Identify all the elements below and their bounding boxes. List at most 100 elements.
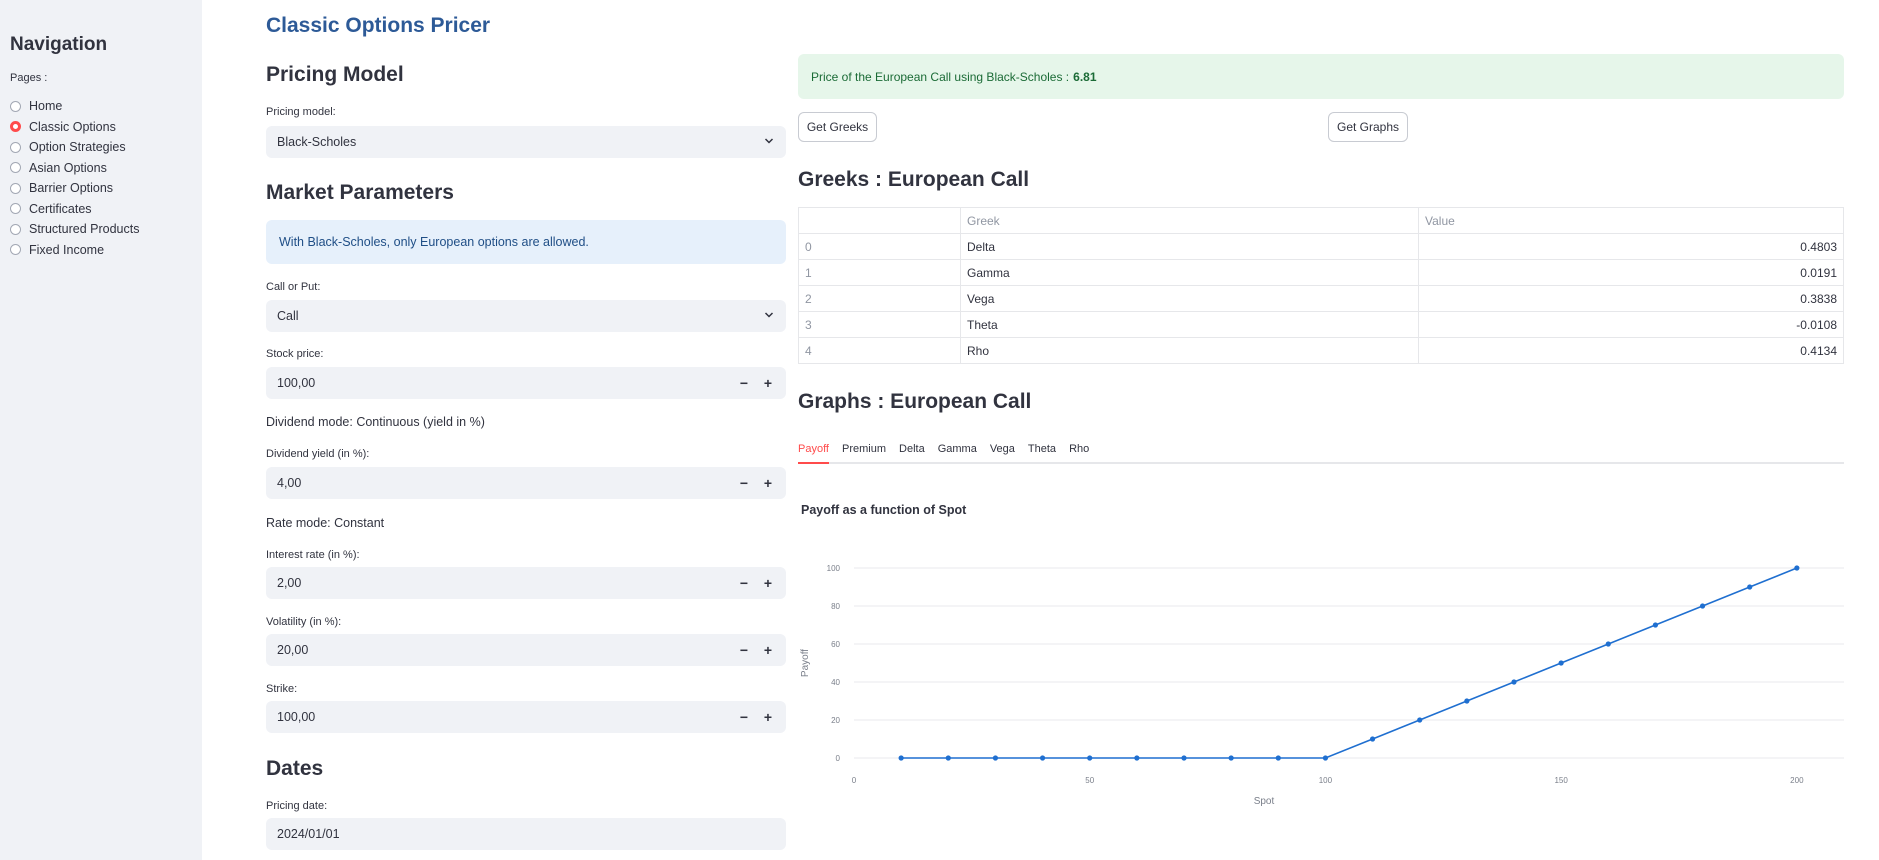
decrement-button[interactable]: −: [732, 642, 756, 658]
radio-circle-selected-icon: [10, 121, 21, 133]
rate-mode-text: Rate mode: Constant: [266, 516, 385, 530]
dividend-yield-stepper: − +: [732, 467, 780, 499]
pricing-model-label: Pricing model:: [266, 106, 336, 118]
pricing-model-value: Black-Scholes: [277, 135, 357, 149]
row-index: 4: [798, 337, 961, 364]
radio-label: Home: [29, 99, 63, 114]
row-index: 1: [798, 259, 961, 286]
tab-delta[interactable]: Delta: [899, 436, 925, 462]
greek-value: 0.4803: [1418, 233, 1844, 260]
data-point: [1605, 641, 1611, 647]
strike-input[interactable]: 100,00 − +: [266, 701, 786, 733]
radio-classic-options[interactable]: Classic Options: [10, 117, 139, 138]
strike-stepper: − +: [732, 701, 780, 733]
data-point: [1558, 660, 1564, 666]
get-graphs-button[interactable]: Get Graphs: [1328, 112, 1408, 142]
radio-home[interactable]: Home: [10, 96, 139, 117]
interest-rate-stepper: − +: [732, 567, 780, 599]
interest-rate-value: 2,00: [277, 576, 302, 590]
info-text: With Black-Scholes, only European option…: [279, 235, 589, 249]
y-tick-label: 40: [831, 678, 840, 687]
strike-label: Strike:: [266, 683, 298, 695]
tab-rho[interactable]: Rho: [1069, 436, 1089, 462]
radio-circle-icon: [10, 182, 21, 194]
decrement-button[interactable]: −: [732, 709, 756, 725]
radio-asian-options[interactable]: Asian Options: [10, 158, 139, 179]
pages-radio-group: Home Classic Options Option Strategies A…: [10, 96, 139, 260]
data-point: [898, 755, 904, 761]
tab-theta[interactable]: Theta: [1028, 436, 1056, 462]
get-greeks-button[interactable]: Get Greeks: [798, 112, 877, 142]
radio-label: Option Strategies: [29, 140, 126, 155]
x-tick-label: 100: [1319, 776, 1333, 785]
pages-label: Pages :: [10, 72, 48, 84]
dividend-mode-text: Dividend mode: Continuous (yield in %): [266, 415, 485, 429]
y-tick-label: 0: [836, 754, 841, 763]
call-put-select[interactable]: Call: [266, 300, 786, 332]
x-tick-label: 150: [1554, 776, 1568, 785]
radio-certificates[interactable]: Certificates: [10, 199, 139, 220]
tab-premium[interactable]: Premium: [842, 436, 886, 462]
increment-button[interactable]: +: [756, 375, 780, 391]
tab-vega[interactable]: Vega: [990, 436, 1015, 462]
dividend-yield-value: 4,00: [277, 476, 302, 490]
volatility-input[interactable]: 20,00 − +: [266, 634, 786, 666]
stock-price-value: 100,00: [277, 376, 316, 390]
data-point: [1747, 584, 1753, 590]
chevron-down-icon: [764, 138, 774, 144]
data-point: [1511, 679, 1517, 685]
page-title: Classic Options Pricer: [266, 14, 491, 37]
greek-name: Vega: [960, 285, 1419, 312]
increment-button[interactable]: +: [756, 475, 780, 491]
radio-label: Structured Products: [29, 222, 140, 237]
table-header-greek[interactable]: Greek: [960, 207, 1419, 234]
data-point: [1275, 755, 1281, 761]
volatility-stepper: − +: [732, 634, 780, 666]
decrement-button[interactable]: −: [732, 575, 756, 591]
radio-circle-icon: [10, 203, 21, 215]
increment-button[interactable]: +: [756, 575, 780, 591]
pricing-date-input[interactable]: 2024/01/01: [266, 818, 786, 850]
radio-circle-icon: [10, 141, 21, 153]
row-index: 3: [798, 311, 961, 338]
radio-circle-icon: [10, 162, 21, 174]
interest-rate-input[interactable]: 2,00 − +: [266, 567, 786, 599]
dates-heading: Dates: [266, 757, 324, 780]
y-tick-label: 80: [831, 602, 840, 611]
table-row: 0 Delta 0.4803: [798, 233, 1844, 260]
decrement-button[interactable]: −: [732, 375, 756, 391]
radio-label: Asian Options: [29, 160, 107, 175]
increment-button[interactable]: +: [756, 642, 780, 658]
data-point: [1369, 736, 1376, 742]
increment-button[interactable]: +: [756, 709, 780, 725]
greek-name: Gamma: [960, 259, 1419, 286]
series-line: [901, 567, 1798, 759]
radio-label: Certificates: [29, 201, 92, 216]
price-result-alert: Price of the European Call using Black-S…: [798, 54, 1844, 99]
pricing-model-heading: Pricing Model: [266, 63, 404, 86]
table-header-value[interactable]: Value: [1418, 207, 1844, 234]
strike-value: 100,00: [277, 710, 316, 724]
radio-circle-icon: [10, 100, 21, 112]
table-row: 1 Gamma 0.0191: [798, 259, 1844, 286]
stock-price-input[interactable]: 100,00 − +: [266, 367, 786, 399]
main-content: Classic Options Pricer Pricing Model Pri…: [266, 0, 1846, 860]
dividend-yield-input[interactable]: 4,00 − +: [266, 467, 786, 499]
x-axis-label: Spot: [1254, 796, 1275, 807]
pricing-model-select[interactable]: Black-Scholes: [266, 126, 786, 158]
data-point: [1652, 622, 1659, 628]
tab-gamma[interactable]: Gamma: [938, 436, 977, 462]
radio-fixed-income[interactable]: Fixed Income: [10, 240, 139, 261]
data-point: [945, 755, 951, 761]
call-put-label: Call or Put:: [266, 281, 321, 293]
radio-structured-products[interactable]: Structured Products: [10, 219, 139, 240]
graph-tabs: Payoff Premium Delta Gamma Vega Theta Rh…: [798, 436, 1844, 464]
greek-value: 0.4134: [1418, 337, 1844, 364]
radio-barrier-options[interactable]: Barrier Options: [10, 178, 139, 199]
radio-option-strategies[interactable]: Option Strategies: [10, 137, 139, 158]
decrement-button[interactable]: −: [732, 475, 756, 491]
tab-payoff[interactable]: Payoff: [798, 436, 829, 464]
radio-circle-icon: [10, 223, 21, 235]
greek-value: -0.0108: [1418, 311, 1844, 338]
x-tick-label: 0: [852, 776, 857, 785]
